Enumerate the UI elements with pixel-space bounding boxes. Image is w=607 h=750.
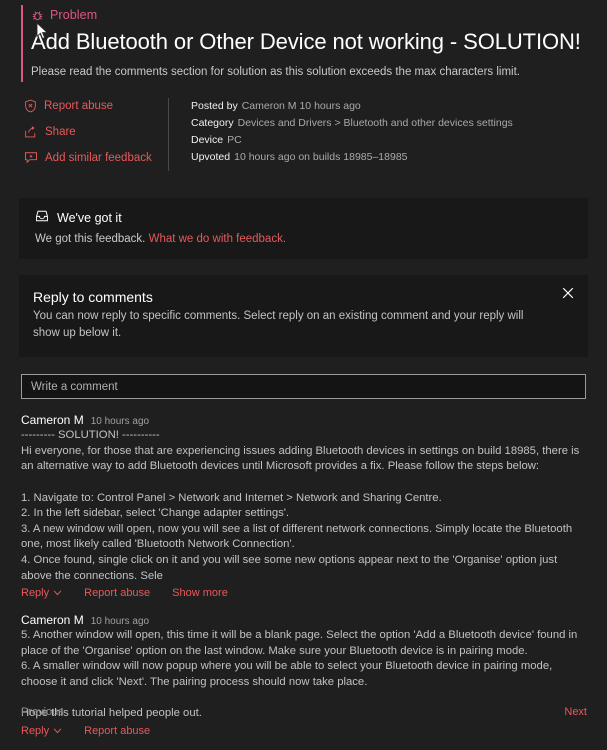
add-comment-icon xyxy=(24,151,38,164)
chevron-down-icon xyxy=(53,587,62,599)
add-similar-feedback-button[interactable]: Add similar feedback xyxy=(24,151,168,164)
meta-key: Category xyxy=(191,117,234,130)
comment-author: Cameron M xyxy=(21,613,84,628)
chevron-down-icon xyxy=(53,725,62,737)
status-card-weve-got-it: We've got it We got this feedback. What … xyxy=(19,198,588,260)
post-header: Problem Add Bluetooth or Other Device no… xyxy=(0,0,607,90)
meta-value: PC xyxy=(227,133,242,146)
next-page-button[interactable]: Next xyxy=(564,706,587,718)
reply-label: Reply xyxy=(21,587,50,600)
share-icon xyxy=(24,125,38,139)
report-abuse-label: Report abuse xyxy=(44,99,114,112)
post-subtitle: Please read the comments section for sol… xyxy=(31,66,520,79)
meta-divider xyxy=(168,98,169,172)
status-card-body-text: We got this feedback. xyxy=(35,233,146,246)
page-title: Add Bluetooth or Other Device not workin… xyxy=(31,29,581,54)
what-we-do-with-feedback-link[interactable]: What we do with feedback. xyxy=(149,233,286,245)
meta-row-device: Device PC xyxy=(191,132,587,149)
report-abuse-button[interactable]: Report abuse xyxy=(24,99,168,113)
comment-timestamp: 10 hours ago xyxy=(90,416,150,428)
add-similar-feedback-label: Add similar feedback xyxy=(45,151,152,164)
meta-value: 10 hours ago on builds 18985–18985 xyxy=(234,150,408,163)
show-more-button[interactable]: Show more xyxy=(172,587,228,599)
comment-header: Cameron M 10 hours ago xyxy=(21,613,588,627)
write-comment-input[interactable] xyxy=(21,374,586,400)
info-card-title: Reply to comments xyxy=(33,289,153,306)
bug-icon xyxy=(31,9,44,22)
post-actions-list: Report abuse Share Add similar feedback xyxy=(24,96,168,177)
meta-value: Cameron M 10 hours ago xyxy=(241,100,361,113)
comment-timestamp: 10 hours ago xyxy=(90,616,150,628)
info-card-body: You can now reply to specific comments. … xyxy=(33,310,524,339)
comment-body: --------- SOLUTION! ---------- Hi everyo… xyxy=(21,429,580,582)
header-accent-bar xyxy=(21,5,23,83)
status-card-title: We've got it xyxy=(57,211,122,226)
meta-key: Upvoted xyxy=(191,150,231,163)
meta-row-upvoted: Upvoted 10 hours ago on builds 18985–1898… xyxy=(191,149,587,166)
pagination-footer: Previous Next xyxy=(0,706,607,718)
share-label: Share xyxy=(45,125,76,138)
comment-report-abuse-button[interactable]: Report abuse xyxy=(84,725,150,737)
problem-type-label: Problem xyxy=(50,8,98,22)
comment-report-abuse-button[interactable]: Report abuse xyxy=(84,587,150,599)
post-meta-section: Report abuse Share Add similar feedback xyxy=(0,90,607,177)
reply-button[interactable]: Reply xyxy=(21,725,62,737)
meta-key: Device xyxy=(191,133,224,146)
reply-button[interactable]: Reply xyxy=(21,587,62,599)
comment-item: Cameron M 10 hours ago --------- SOLUTIO… xyxy=(21,413,588,584)
share-button[interactable]: Share xyxy=(24,125,168,138)
meta-row-posted-by: Posted by Cameron M 10 hours ago xyxy=(191,98,587,115)
problem-type-row: Problem xyxy=(31,6,587,24)
status-card-title-row: We've got it xyxy=(35,210,572,226)
meta-fields: Posted by Cameron M 10 hours ago Category… xyxy=(191,96,587,177)
comments-list: Cameron M 10 hours ago --------- SOLUTIO… xyxy=(0,413,607,737)
close-icon[interactable] xyxy=(560,285,576,301)
previous-page-button[interactable]: Previous xyxy=(21,706,64,718)
comment-author: Cameron M xyxy=(21,413,84,428)
meta-row-category: Category Devices and Drivers > Bluetooth … xyxy=(191,115,587,132)
info-card-reply-to-comments: Reply to comments You can now reply to s… xyxy=(19,275,588,358)
reply-label: Reply xyxy=(21,724,50,737)
inbox-icon xyxy=(35,209,49,228)
comment-header: Cameron M 10 hours ago xyxy=(21,413,588,427)
shield-x-icon xyxy=(24,99,37,113)
status-card-body: We got this feedback. What we do with fe… xyxy=(35,233,572,245)
meta-value: Devices and Drivers > Bluetooth and othe… xyxy=(237,117,513,130)
meta-key: Posted by xyxy=(191,100,238,113)
comment-actions: Reply Report abuse Show more xyxy=(21,587,588,599)
comment-actions: Reply Report abuse xyxy=(21,725,588,737)
